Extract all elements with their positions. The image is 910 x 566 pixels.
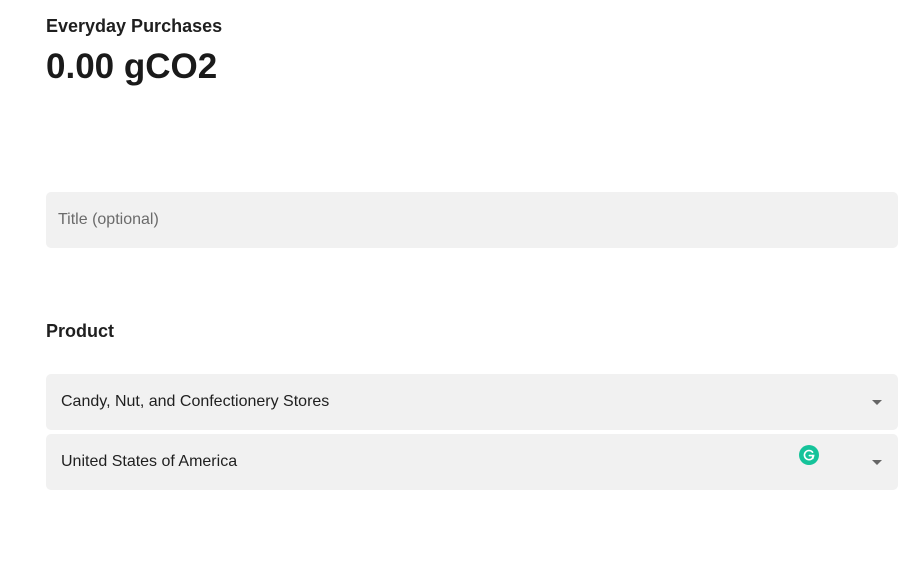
category-label: Everyday Purchases: [46, 16, 223, 36]
chevron-down-icon: [872, 400, 882, 405]
country-select-value: United States of America: [61, 453, 238, 470]
chevron-down-icon: [872, 460, 882, 465]
grammarly-icon[interactable]: [799, 445, 819, 465]
grammarly-glyph-icon: [803, 449, 815, 461]
title-input[interactable]: [46, 192, 898, 248]
product-select-value: Candy, Nut, and Confectionery Stores: [61, 393, 330, 410]
emission-total: 0.00 gCO2: [46, 47, 218, 86]
product-select[interactable]: Candy, Nut, and Confectionery Stores: [46, 374, 898, 430]
product-heading: Product: [46, 321, 115, 341]
page: Everyday Purchases 0.00 gCO2 Product Can…: [0, 0, 910, 566]
country-select[interactable]: United States of America: [46, 434, 898, 490]
